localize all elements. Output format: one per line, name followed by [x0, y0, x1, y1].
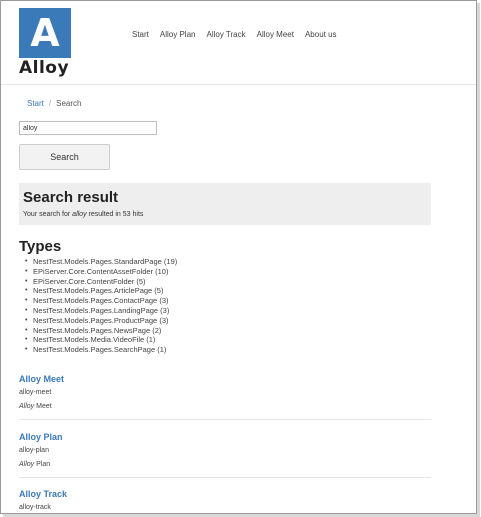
hit-url: alloy-track [19, 504, 51, 511]
hit-divider [19, 419, 431, 420]
nav-item-alloy-track[interactable]: Alloy Track [206, 30, 245, 39]
type-facet-item: NestTest.Models.Pages.SearchPage (1) [23, 345, 177, 355]
breadcrumb: Start / Search [27, 99, 82, 108]
search-input[interactable] [19, 121, 157, 135]
hit-title-link[interactable]: Alloy Plan [19, 432, 431, 442]
type-facet-item: EPiServer.Core.ContentAssetFolder (10) [23, 267, 177, 277]
hit-description: Alloy Plan [19, 461, 431, 468]
search-hit: Alloy Track alloy-track [19, 489, 431, 511]
hit-desc-rest: Meet [34, 403, 52, 410]
breadcrumb-current: Search [56, 99, 82, 108]
summary-query: alloy [72, 211, 87, 218]
type-facet-item: NestTest.Models.Pages.LandingPage (3) [23, 306, 177, 316]
summary-prefix: Your search for [23, 211, 73, 218]
hit-desc-highlight: Alloy [19, 461, 35, 468]
types-list: NestTest.Models.Pages.StandardPage (19) … [23, 257, 177, 355]
type-facet-item: NestTest.Models.Media.VideoFile (1) [23, 335, 177, 345]
hit-desc-rest: Plan [34, 461, 51, 468]
hit-divider [19, 477, 431, 478]
search-button[interactable]: Search [19, 144, 110, 170]
nav-item-alloy-meet[interactable]: Alloy Meet [257, 30, 294, 39]
breadcrumb-home-link[interactable]: Start [27, 99, 44, 108]
nav-item-start[interactable]: Start [132, 30, 149, 39]
search-result-title: Search result [23, 189, 119, 206]
logo-mark: A [19, 8, 71, 58]
hit-url: alloy-meet [19, 389, 52, 396]
hit-title-link[interactable]: Alloy Track [19, 489, 431, 499]
hit-description: Alloy Meet [19, 403, 431, 410]
type-facet-item: NestTest.Models.Pages.ArticlePage (5) [23, 286, 177, 296]
types-heading: Types [19, 238, 62, 255]
nav-item-about-us[interactable]: About us [305, 30, 337, 39]
logo-wordmark: Alloy [19, 58, 70, 78]
type-facet-item: NestTest.Models.Pages.StandardPage (19) [23, 257, 177, 267]
hit-title-link[interactable]: Alloy Meet [19, 374, 431, 384]
type-facet-item: NestTest.Models.Pages.NewsPage (2) [23, 326, 177, 336]
main-nav: Start Alloy Plan Alloy Track Alloy Meet … [132, 30, 348, 39]
logo-letter: A [30, 11, 60, 55]
type-facet-item: NestTest.Models.Pages.ProductPage (3) [23, 316, 177, 326]
type-facet-item: NestTest.Models.Pages.ContactPage (3) [23, 296, 177, 306]
hit-url: alloy-plan [19, 447, 49, 454]
search-result-summary: Your search for alloy resulted in 53 hit… [23, 211, 427, 218]
site-header: A Alloy Start Alloy Plan Alloy Track All… [1, 1, 476, 85]
page-shadow-right [477, 3, 480, 515]
search-hit: Alloy Meet alloy-meet Alloy Meet [19, 374, 431, 410]
search-result-panel: Search result Your search for alloy resu… [19, 183, 431, 225]
nav-item-alloy-plan[interactable]: Alloy Plan [160, 30, 196, 39]
search-hit: Alloy Plan alloy-plan Alloy Plan [19, 432, 431, 468]
summary-suffix: resulted in 53 hits [86, 211, 144, 218]
hit-desc-highlight: Alloy [19, 403, 35, 410]
alloy-logo[interactable]: A Alloy [19, 8, 72, 78]
type-facet-item: EPiServer.Core.ContentFolder (5) [23, 277, 177, 287]
browser-viewport: A Alloy Start Alloy Plan Alloy Track All… [0, 0, 477, 514]
breadcrumb-separator: / [48, 99, 52, 108]
